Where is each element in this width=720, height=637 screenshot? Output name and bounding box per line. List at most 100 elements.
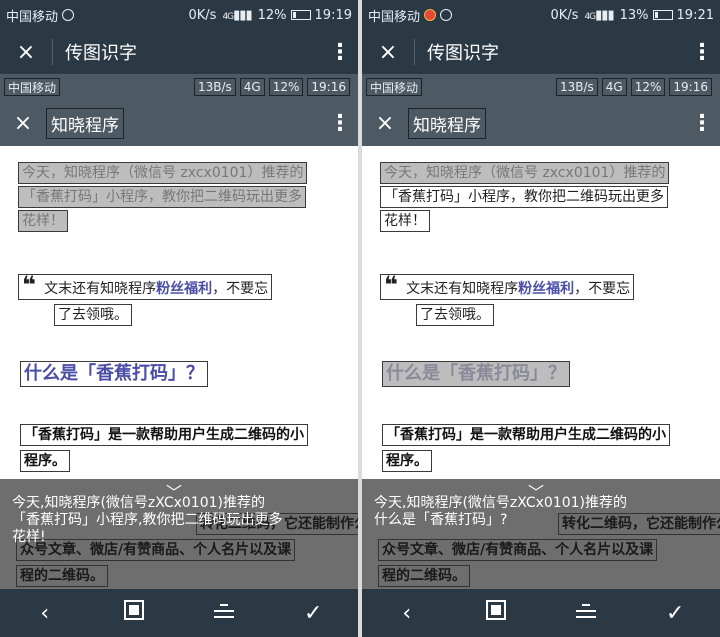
clock: 19:19 — [314, 7, 352, 23]
captured-title: 知晓程序 — [46, 107, 124, 139]
captured-app-bar: × 知晓程序 ⋮ — [362, 100, 720, 146]
network-type: 4G — [584, 11, 596, 22]
quote-icon: ❝ — [22, 271, 37, 299]
right-screen: 中国移动 0K/s 4G▮▮▮ 13% 19:21 × 传图识字 ⋮ 中国移动 … — [362, 0, 720, 637]
crop-button[interactable] — [109, 600, 159, 626]
quote-block[interactable]: ❝ 文末还有知晓程序粉丝福利，不要忘 — [18, 271, 273, 300]
article-content: 今天，知晓程序（微信号 zxcx0101）推荐的 「香蕉打码」小程序，教你把二维… — [362, 146, 720, 479]
background-text-block: 程的二维码。 — [378, 565, 470, 587]
status-bar: 中国移动 0K/s 4G▮▮▮ 13% 19:21 — [362, 0, 720, 30]
text-block[interactable]: 了去领哦。 — [416, 304, 494, 326]
captured-image: 中国移动 13B/s 4G 12% 19:16 × 知晓程序 ⋮ 今天，知晓程序… — [0, 74, 358, 479]
captured-app-bar: × 知晓程序 ⋮ — [0, 100, 358, 146]
recognition-result-panel: ﹀ 转化二维码，它还能制作公 众号文章、微店/有赞商品、个人名片以及课 程的二维… — [362, 479, 720, 589]
text-block-selected[interactable]: 今天，知晓程序（微信号 zxcx0101）推荐的 — [380, 162, 670, 184]
status-bar: 中国移动 0K/s 4G▮▮▮ 12% 19:19 — [0, 0, 358, 30]
notification-icon — [62, 9, 75, 21]
text-block[interactable]: 「香蕉打码」小程序，教你把二维码玩出更多 — [380, 186, 668, 208]
quote-highlight: 粉丝福利 — [156, 281, 213, 297]
quote-highlight: 粉丝福利 — [518, 281, 575, 297]
quote-text-end: ，不要忘 — [212, 281, 269, 297]
section-heading[interactable]: 什么是「香蕉打码」？ — [20, 361, 208, 387]
text-block[interactable]: 「香蕉打码」是一款帮助用户生成二维码的小 — [382, 424, 670, 446]
confirm-icon[interactable]: ✓ — [288, 601, 338, 626]
quote-text: 文末还有知晓程序 — [406, 281, 519, 297]
text-block-selected[interactable]: 花样！ — [18, 210, 68, 232]
battery-percent: 12% — [257, 7, 287, 23]
captured-title: 知晓程序 — [408, 107, 486, 139]
battery-icon — [290, 10, 311, 20]
captured-battery: 12% — [268, 78, 304, 96]
article-content: 今天，知晓程序（微信号 zxcx0101）推荐的 「香蕉打码」小程序，教你把二维… — [0, 146, 358, 479]
captured-carrier: 中国移动 — [4, 78, 61, 96]
text-block-selected[interactable]: 「香蕉打码」小程序，教你把二维码玩出更多 — [18, 186, 306, 208]
captured-battery: 12% — [630, 78, 666, 96]
network-speed: 0K/s — [550, 7, 579, 23]
align-icon — [213, 602, 234, 620]
captured-image: 中国移动 13B/s 4G 12% 19:16 × 知晓程序 ⋮ 今天，知晓程序… — [362, 74, 720, 479]
recognized-text[interactable]: 今天,知晓程序(微信号zXCx0101)推荐的 「香蕉打码」小程序,教你把二维码… — [12, 495, 352, 546]
text-block-selected[interactable]: 今天，知晓程序（微信号 zxcx0101）推荐的 — [18, 162, 308, 184]
divider — [52, 39, 53, 65]
close-icon[interactable]: × — [0, 40, 52, 65]
app-bar: × 传图识字 ⋮ — [0, 30, 358, 74]
captured-more-icon: ⋮ — [691, 110, 713, 136]
bottom-toolbar: ‹ ✓ — [362, 589, 720, 637]
captured-network: 4G — [601, 78, 627, 96]
captured-time: 19:16 — [307, 78, 350, 96]
app-notification-icon — [424, 9, 437, 21]
more-icon[interactable]: ⋮ — [322, 40, 358, 65]
network-speed: 0K/s — [188, 7, 217, 23]
text-block[interactable]: 程序。 — [382, 450, 432, 472]
more-icon[interactable]: ⋮ — [684, 40, 720, 65]
captured-status-bar: 中国移动 13B/s 4G 12% 19:16 — [0, 74, 358, 100]
close-icon[interactable]: × — [362, 40, 414, 65]
carrier-label: 中国移动 — [6, 9, 59, 25]
confirm-icon[interactable]: ✓ — [650, 601, 700, 626]
quote-text: 文末还有知晓程序 — [44, 281, 157, 297]
text-block[interactable]: 了去领哦。 — [54, 304, 132, 326]
section-heading-selected[interactable]: 什么是「香蕉打码」？ — [382, 361, 570, 387]
captured-carrier: 中国移动 — [366, 78, 423, 96]
crop-button[interactable] — [471, 600, 521, 626]
battery-percent: 13% — [619, 7, 649, 23]
text-block[interactable]: 程序。 — [20, 450, 70, 472]
crop-icon — [486, 600, 507, 620]
quote-block[interactable]: ❝ 文末还有知晓程序粉丝福利，不要忘 — [380, 271, 635, 300]
crop-icon — [124, 600, 145, 620]
align-icon — [575, 602, 596, 620]
back-icon[interactable]: ‹ — [20, 601, 70, 626]
carrier-label: 中国移动 — [368, 9, 421, 25]
recognized-text[interactable]: 今天,知晓程序(微信号zXCx0101)推荐的 什么是「香蕉打码」? — [374, 495, 714, 529]
background-text-block: 众号文章、微店/有赞商品、个人名片以及课 — [378, 539, 658, 561]
captured-network: 4G — [239, 78, 265, 96]
back-icon[interactable]: ‹ — [382, 601, 432, 626]
page-title: 传图识字 — [65, 43, 137, 64]
text-block[interactable]: 「香蕉打码」是一款帮助用户生成二维码的小 — [20, 424, 308, 446]
signal-icon: 4G▮▮▮ — [584, 7, 614, 23]
divider — [414, 39, 415, 65]
captured-more-icon: ⋮ — [329, 110, 351, 136]
align-button[interactable] — [561, 601, 611, 626]
quote-text-end: ，不要忘 — [574, 281, 631, 297]
battery-icon — [652, 10, 673, 20]
app-bar: × 传图识字 ⋮ — [362, 30, 720, 74]
quote-icon: ❝ — [384, 271, 399, 299]
captured-close-icon: × — [375, 110, 395, 136]
text-block[interactable]: 花样！ — [380, 210, 430, 232]
left-screen: 中国移动 0K/s 4G▮▮▮ 12% 19:19 × 传图识字 ⋮ 中国移动 … — [0, 0, 358, 637]
network-type: 4G — [222, 11, 234, 22]
captured-time: 19:16 — [669, 78, 712, 96]
background-text-block: 程的二维码。 — [16, 565, 108, 587]
align-button[interactable] — [199, 601, 249, 626]
captured-status-bar: 中国移动 13B/s 4G 12% 19:16 — [362, 74, 720, 100]
comparison-root: 中国移动 0K/s 4G▮▮▮ 12% 19:19 × 传图识字 ⋮ 中国移动 … — [0, 0, 720, 637]
captured-close-icon: × — [13, 110, 33, 136]
captured-speed: 13B/s — [194, 78, 236, 96]
notification-icon — [440, 9, 453, 21]
clock: 19:21 — [676, 7, 714, 23]
bottom-toolbar: ‹ ✓ — [0, 589, 358, 637]
signal-icon: 4G▮▮▮ — [222, 7, 252, 23]
recognition-result-panel: ﹀ 转化二维码，它还能制作公 众号文章、微店/有赞商品、个人名片以及课 程的二维… — [0, 479, 358, 589]
page-title: 传图识字 — [427, 43, 499, 64]
